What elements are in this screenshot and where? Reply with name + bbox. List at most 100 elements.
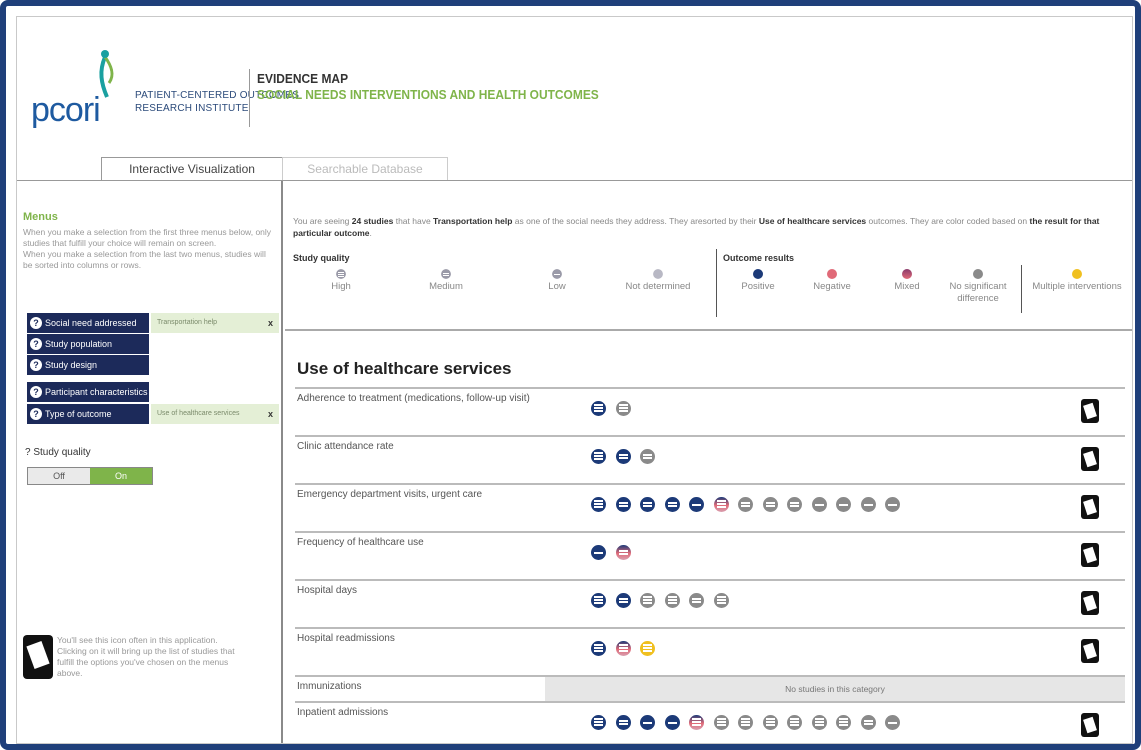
menu-population-button[interactable]: ?Study population recruited bbox=[27, 334, 149, 369]
study-dot-no-significant-low[interactable] bbox=[885, 715, 900, 730]
quality-low-icon bbox=[552, 269, 562, 279]
study-dot-positive-medium[interactable] bbox=[615, 497, 631, 512]
menu-study-design-button[interactable]: ? Study design bbox=[27, 355, 149, 375]
menu-social-need-button[interactable]: ? Social need addressed bbox=[27, 313, 149, 333]
help-icon[interactable]: ? bbox=[30, 386, 42, 398]
outcome-row: Inpatient admissions bbox=[295, 701, 1125, 743]
help-icon[interactable]: ? bbox=[30, 338, 42, 350]
study-dot-no-significant-high[interactable] bbox=[762, 715, 778, 730]
legend-quality-high: High bbox=[321, 269, 361, 293]
menu-participant-button[interactable]: ? Participant characteristics bbox=[27, 382, 149, 402]
selected-need: Transportation help bbox=[433, 216, 513, 226]
legend-label: Low bbox=[548, 281, 566, 292]
study-dot-positive-high[interactable] bbox=[591, 401, 606, 416]
study-dot-no-significant-medium[interactable] bbox=[787, 497, 802, 512]
study-dot-positive-medium[interactable] bbox=[640, 497, 655, 512]
study-dot-positive-medium[interactable] bbox=[664, 497, 680, 512]
legend-outcome-negative: Negative bbox=[807, 269, 857, 293]
study-list-icon[interactable] bbox=[1081, 399, 1099, 423]
study-dot-no-significant-medium[interactable] bbox=[762, 497, 778, 512]
outcome-row-label: Emergency department visits, urgent care bbox=[297, 489, 483, 500]
study-list-icon[interactable] bbox=[1081, 713, 1099, 737]
mixed-dot-icon bbox=[902, 269, 912, 279]
study-list-icon[interactable] bbox=[1081, 639, 1099, 663]
selection-label: Use of healthcare services bbox=[157, 410, 240, 417]
menu-outcome-type-button[interactable]: ? Type of outcome bbox=[27, 404, 149, 424]
outcome-row: Emergency department visits, urgent care bbox=[295, 483, 1125, 531]
study-dot-positive-low[interactable] bbox=[591, 545, 606, 560]
study-dot-no-significant-high[interactable] bbox=[713, 593, 729, 608]
app-header: pcori PATIENT-CENTERED OUTCOMES RESEARCH… bbox=[17, 17, 1132, 157]
study-dot-no-significant-high[interactable] bbox=[615, 401, 631, 416]
study-dot-mixed-high[interactable] bbox=[615, 641, 631, 656]
summary-text: as one of the social needs they address.… bbox=[512, 216, 759, 226]
outcome-legend-title: Outcome results bbox=[723, 253, 795, 263]
outcome-row: Hospital days bbox=[295, 579, 1125, 627]
study-list-icon[interactable] bbox=[1081, 591, 1099, 615]
study-dot-positive-high[interactable] bbox=[591, 715, 606, 730]
study-dot-no-significant-high[interactable] bbox=[640, 593, 655, 608]
study-dot-no-significant-medium[interactable] bbox=[860, 715, 876, 730]
study-dot-positive-high[interactable] bbox=[591, 449, 606, 464]
study-dot-positive-low[interactable] bbox=[664, 715, 680, 730]
study-dot-positive-high[interactable] bbox=[591, 641, 606, 656]
page-title: EVIDENCE MAP bbox=[257, 71, 349, 86]
toggle-on-button[interactable]: On bbox=[90, 468, 152, 484]
study-dot-positive-medium[interactable] bbox=[615, 449, 631, 464]
study-dot-mixed-medium[interactable] bbox=[615, 545, 631, 560]
study-dot-positive-low[interactable] bbox=[689, 497, 704, 512]
study-dot-multiple-high[interactable] bbox=[640, 641, 655, 656]
study-dot-positive-low[interactable] bbox=[640, 715, 655, 730]
legend-quality-not-determined: Not determined bbox=[613, 269, 703, 293]
menus-title: Menus bbox=[23, 211, 58, 223]
study-dot-no-significant-low[interactable] bbox=[811, 497, 827, 512]
study-dot-no-significant-low[interactable] bbox=[860, 497, 876, 512]
multiple-dot-icon bbox=[1072, 269, 1082, 279]
study-dot-positive-medium[interactable] bbox=[615, 593, 631, 608]
summary-text: outcomes. They are color coded based on bbox=[866, 216, 1030, 226]
study-dot-no-significant-high[interactable] bbox=[713, 715, 729, 730]
toggle-off-button[interactable]: Off bbox=[28, 468, 90, 484]
study-dot-no-significant-high[interactable] bbox=[787, 715, 802, 730]
tab-bar: Interactive Visualization Searchable Dat… bbox=[17, 157, 1132, 181]
logo-text: pcori bbox=[31, 91, 101, 129]
clear-selection-button[interactable]: x bbox=[268, 404, 273, 424]
study-dot-positive-medium[interactable] bbox=[615, 715, 631, 730]
study-dot-no-significant-medium[interactable] bbox=[689, 593, 704, 608]
legend-divider bbox=[1021, 265, 1022, 313]
study-dot-no-significant-low[interactable] bbox=[885, 497, 900, 512]
study-dot-no-significant-low[interactable] bbox=[836, 497, 851, 512]
help-icon[interactable]: ? bbox=[30, 408, 42, 420]
help-icon[interactable]: ? bbox=[30, 317, 42, 329]
study-dot-no-significant-high[interactable] bbox=[811, 715, 827, 730]
legend-outcome-multiple: Multiple interventions bbox=[1023, 269, 1131, 293]
summary-text: that have bbox=[393, 216, 434, 226]
tab-interactive-visualization[interactable]: Interactive Visualization bbox=[101, 157, 283, 181]
study-quality-toggle[interactable]: Off On bbox=[27, 467, 153, 485]
study-list-icon[interactable] bbox=[1081, 543, 1099, 567]
study-dot-no-significant-high[interactable] bbox=[738, 715, 753, 730]
results-summary: You are seeing 24 studies that have Tran… bbox=[293, 215, 1123, 239]
study-dot-mixed-high[interactable] bbox=[689, 715, 704, 730]
outcome-row-label: Frequency of healthcare use bbox=[297, 537, 424, 548]
legend-label: No significant difference bbox=[949, 281, 1007, 304]
study-list-icon[interactable] bbox=[1081, 495, 1099, 519]
study-dot-positive-high[interactable] bbox=[591, 497, 606, 512]
study-dot-no-significant-high[interactable] bbox=[664, 593, 680, 608]
study-dot-no-significant-high[interactable] bbox=[836, 715, 851, 730]
outcome-row: Frequency of healthcare use bbox=[295, 531, 1125, 579]
help-icon[interactable]: ? bbox=[30, 359, 42, 371]
study-dot-no-significant-medium[interactable] bbox=[640, 449, 655, 464]
study-dot-no-significant-medium[interactable] bbox=[738, 497, 753, 512]
outcome-row-label: Hospital readmissions bbox=[297, 633, 395, 644]
clear-selection-button[interactable]: x bbox=[268, 313, 273, 333]
legend-quality-medium: Medium bbox=[421, 269, 471, 293]
study-dot-mixed-high[interactable] bbox=[713, 497, 729, 512]
study-quality-legend-title: Study quality bbox=[293, 253, 350, 263]
section-title: Use of healthcare services bbox=[297, 359, 512, 378]
window-frame: pcori PATIENT-CENTERED OUTCOMES RESEARCH… bbox=[0, 0, 1141, 750]
study-list-icon[interactable] bbox=[1081, 447, 1099, 471]
tab-searchable-database[interactable]: Searchable Database bbox=[282, 157, 448, 181]
legend-outcome-no-significant: No significant difference bbox=[940, 269, 1016, 305]
study-dot-positive-high[interactable] bbox=[591, 593, 606, 608]
